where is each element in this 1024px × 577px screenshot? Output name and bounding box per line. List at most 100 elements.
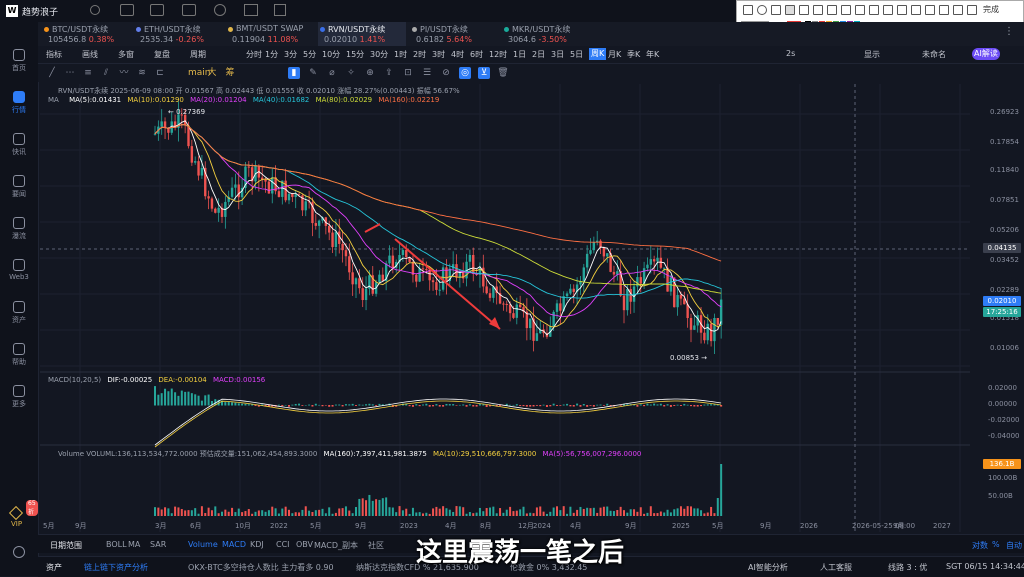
tab-5[interactable]: MKR/USDT永续 3064.6 -3.50%	[502, 22, 590, 46]
axis-mode-0[interactable]: 对数	[972, 540, 988, 551]
period-0[interactable]: 分时	[246, 49, 262, 60]
tab-2[interactable]: BMT/USDT SWAP 0.11904 11.08%	[226, 22, 314, 46]
customer-service-button[interactable]: 人工客服	[820, 562, 852, 573]
axis-mode-1[interactable]: %	[992, 540, 1000, 549]
draw-util-icon-4[interactable]: ⊕	[364, 67, 376, 79]
toolbar-2[interactable]: 多窗	[118, 49, 134, 60]
sub-indicator-5[interactable]: MACD_副本	[314, 540, 358, 551]
draw-line-tool-2[interactable]: ≡	[82, 67, 94, 79]
sub-indicator-0[interactable]: Volume	[188, 540, 218, 549]
sub-indicator-4[interactable]: OBV	[296, 540, 313, 549]
undo-icon[interactable]	[925, 5, 935, 15]
sidebar-item-8[interactable]: 更多	[0, 382, 38, 412]
draw-tool-text-0[interactable]: main	[188, 67, 211, 79]
period-14[interactable]: 2日	[532, 49, 545, 60]
toolbar-1[interactable]: 画线	[82, 49, 98, 60]
period-1[interactable]: 1分	[265, 49, 278, 60]
done-button[interactable]: 完成	[983, 4, 999, 15]
draw-util-icon-2[interactable]: ⌀	[326, 67, 338, 79]
text-tool-icon[interactable]	[827, 5, 837, 15]
period-17[interactable]: 周K	[589, 48, 607, 60]
period-18[interactable]: 月K	[608, 49, 621, 60]
period-5[interactable]: 15分	[346, 49, 364, 60]
pen-tool-icon[interactable]	[799, 5, 809, 15]
sub-indicator-3[interactable]: CCI	[276, 540, 290, 549]
ellipse-tool-icon[interactable]	[757, 5, 767, 15]
period-7[interactable]: 1时	[394, 49, 407, 60]
period-9[interactable]: 3时	[432, 49, 445, 60]
toolbar-4[interactable]: 周期	[190, 49, 206, 60]
sidebar-item-5[interactable]: Web3	[0, 256, 38, 286]
draw-line-tool-6[interactable]: ⊏	[154, 67, 166, 79]
period-12[interactable]: 12时	[489, 49, 507, 60]
main-indicator-1[interactable]: MA	[128, 540, 140, 549]
draw-tool-text-2[interactable]: 筹	[224, 67, 236, 79]
crop-tool-icon[interactable]	[883, 5, 893, 15]
period-16[interactable]: 5日	[570, 49, 583, 60]
period-2[interactable]: 3分	[284, 49, 297, 60]
draw-util-icon-11[interactable]: 🗑	[497, 67, 509, 79]
date-range-button[interactable]: 日期范围	[50, 540, 82, 551]
eraser-tool-icon[interactable]	[897, 5, 907, 15]
draw-util-icon-8[interactable]: ⊘	[440, 67, 452, 79]
share-icon[interactable]	[274, 4, 286, 16]
gear-icon[interactable]	[13, 546, 25, 558]
tab-3[interactable]: RVN/USDT永续 0.02010 1.41%	[318, 22, 406, 46]
period-15[interactable]: 3日	[551, 49, 564, 60]
period-4[interactable]: 10分	[322, 49, 340, 60]
main-indicator-0[interactable]: BOLL	[106, 540, 127, 549]
draw-util-icon-5[interactable]: ⇪	[383, 67, 395, 79]
sidebar-item-6[interactable]: 资产	[0, 298, 38, 328]
period-13[interactable]: 1日	[513, 49, 526, 60]
sidebar-item-0[interactable]: 首页	[0, 46, 38, 76]
sub-indicator-1[interactable]: MACD	[222, 540, 246, 549]
axis-mode-2[interactable]: 自动	[1006, 540, 1022, 551]
refresh-icon[interactable]	[90, 5, 100, 15]
draw-util-icon-10[interactable]: ⊻	[478, 67, 490, 79]
sidebar-item-2[interactable]: 快讯	[0, 130, 38, 160]
draw-line-tool-4[interactable]: 〰	[118, 67, 130, 79]
toolbar-0[interactable]: 指标	[46, 49, 62, 60]
sidebar-item-4[interactable]: 瀑流	[0, 214, 38, 244]
layout-icon[interactable]	[150, 4, 164, 16]
copy-icon[interactable]	[953, 5, 963, 15]
vip-entry[interactable]: 65折 VIP	[6, 500, 38, 530]
sidebar-item-7[interactable]: 帮助	[0, 340, 38, 370]
circle-icon[interactable]	[214, 4, 226, 16]
period-3[interactable]: 5分	[303, 49, 316, 60]
screen-icon[interactable]	[120, 4, 134, 16]
draw-util-icon-1[interactable]: ✎	[307, 67, 319, 79]
period-19[interactable]: 季K	[627, 49, 640, 60]
line-status[interactable]: 线路 3 : 优	[888, 562, 927, 573]
draw-line-tool-0[interactable]: ╱	[46, 67, 58, 79]
rect-tool-icon[interactable]	[743, 5, 753, 15]
draw-line-tool-3[interactable]: ⫽	[100, 67, 112, 79]
marker-tool-icon[interactable]	[813, 5, 823, 15]
grid-icon[interactable]	[244, 4, 258, 16]
close-icon[interactable]	[967, 5, 977, 15]
tab-4[interactable]: PI/USDT永续 0.6182 5.64%	[410, 22, 498, 46]
arrow-tool-icon[interactable]	[785, 5, 795, 15]
sub-indicator-2[interactable]: KDJ	[250, 540, 264, 549]
blur-tool-icon[interactable]	[855, 5, 865, 15]
tab-0[interactable]: BTC/USDT永续 105456.8 0.38%	[42, 22, 130, 46]
period-8[interactable]: 2时	[413, 49, 426, 60]
period-20[interactable]: 年K	[646, 49, 659, 60]
draw-line-tool-5[interactable]: ≋	[136, 67, 148, 79]
save-icon[interactable]	[939, 5, 949, 15]
tab-menu-icon[interactable]: ⋮	[1004, 26, 1014, 37]
pin-tool-icon[interactable]	[911, 5, 921, 15]
toolbar-right-1[interactable]: 显示	[864, 49, 880, 60]
toolbar-3[interactable]: 复盘	[154, 49, 170, 60]
chart-area[interactable]: 3月 6月 10月 2022 5月 9月 2023 4月 8月 12月 2024 4月 9月 2025 5月…	[40, 84, 970, 532]
asset-label[interactable]: 资产	[46, 562, 62, 573]
draw-util-icon-0[interactable]: ▮	[288, 67, 300, 79]
number-tool-icon[interactable]	[869, 5, 879, 15]
sidebar-item-1[interactable]: 行情	[0, 88, 38, 118]
draw-util-icon-3[interactable]: ✧	[345, 67, 357, 79]
chain-asset-link[interactable]: 链上链下资产分析	[84, 562, 148, 573]
mosaic-tool-icon[interactable]	[841, 5, 851, 15]
square-tool-icon[interactable]	[771, 5, 781, 15]
draw-util-icon-9[interactable]: ◎	[459, 67, 471, 79]
draw-util-icon-7[interactable]: ☰	[421, 67, 433, 79]
